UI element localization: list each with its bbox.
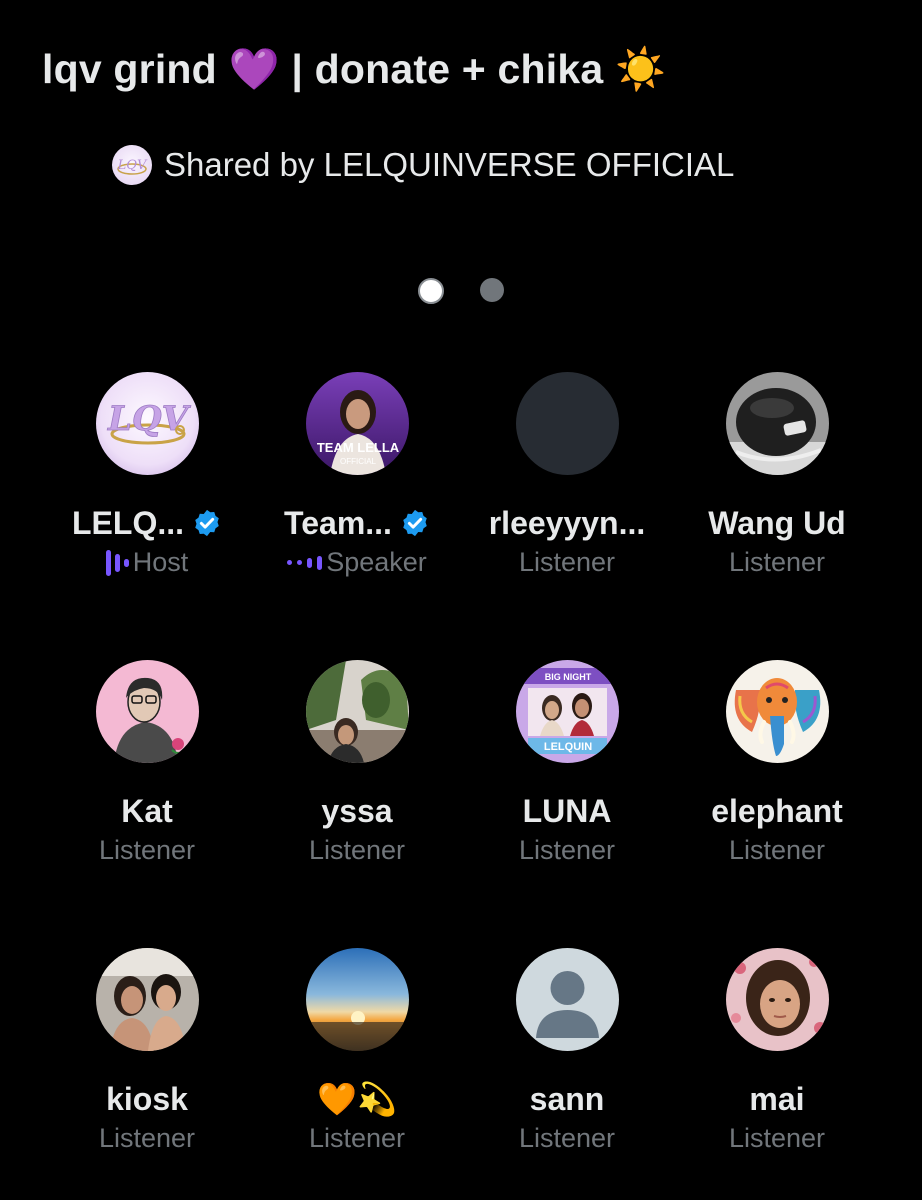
- participant-name: LUNA: [522, 792, 612, 829]
- verified-badge-icon: [195, 509, 219, 537]
- avatar[interactable]: LQV: [95, 372, 199, 475]
- avatar[interactable]: [305, 948, 409, 1051]
- participant-role: Listener: [308, 1123, 406, 1153]
- participant-card[interactable]: Wang Ud Listener: [672, 372, 882, 580]
- participant-role: Listener: [98, 835, 196, 865]
- participant-role: Listener: [518, 547, 616, 577]
- sharer-avatar-logo-text: LQV: [117, 158, 148, 173]
- avatar[interactable]: BIG NIGHT LELQUIN: [515, 660, 619, 763]
- participant-card[interactable]: sann Listener: [462, 948, 672, 1156]
- avatar[interactable]: [305, 660, 409, 763]
- participant-card[interactable]: LQV LELQ... Host: [42, 372, 252, 580]
- verified-badge-icon: [403, 509, 427, 537]
- participant-role: Speaker: [326, 547, 427, 577]
- avatar[interactable]: [725, 660, 829, 763]
- speaking-indicator-icon: [105, 549, 129, 576]
- team-lella-subtext: OFFICIAL: [339, 457, 376, 466]
- participant-name: Team...: [284, 504, 392, 541]
- participant-name: Kat: [121, 792, 173, 829]
- sharer-avatar: LQV: [112, 145, 152, 185]
- participant-role: Listener: [308, 835, 406, 865]
- speaking-indicator-icon: [287, 555, 323, 570]
- participant-name: LELQ...: [72, 504, 184, 541]
- shared-by-row[interactable]: LQV Shared by LELQUINVERSE OFFICIAL: [112, 145, 734, 185]
- team-lella-text: TEAM LELLA: [316, 440, 399, 455]
- page-dot-1[interactable]: [418, 278, 444, 304]
- participant-role: Listener: [728, 835, 826, 865]
- participant-role: Listener: [518, 1123, 616, 1153]
- participant-name: rleeyyyn...: [488, 504, 646, 541]
- luna-banner-text: BIG NIGHT: [544, 672, 591, 682]
- participant-name: Wang Ud: [708, 504, 846, 541]
- participant-card[interactable]: yssa Listener: [252, 660, 462, 868]
- shared-by-label: Shared by LELQUINVERSE OFFICIAL: [164, 146, 735, 183]
- participant-card[interactable]: rleeyyyn... Listener: [462, 372, 672, 580]
- page-indicator: [0, 278, 922, 304]
- participant-card[interactable]: Kat Listener: [42, 660, 252, 868]
- participant-role: Listener: [98, 1123, 196, 1153]
- participant-card[interactable]: BIG NIGHT LELQUIN LUNA Listener: [462, 660, 672, 868]
- participant-role: Host: [132, 547, 189, 577]
- participant-name: 🧡💫: [317, 1081, 397, 1117]
- space-title: lqv grind 💜 | donate + chika ☀️: [42, 46, 667, 92]
- avatar[interactable]: [725, 372, 829, 475]
- participant-name: kiosk: [106, 1080, 188, 1117]
- participant-card[interactable]: TEAM LELLA OFFICIAL Team... Speaker: [252, 372, 462, 580]
- page-dot-2[interactable]: [480, 278, 504, 302]
- participant-card[interactable]: 🧡💫 Listener: [252, 948, 462, 1156]
- avatar[interactable]: [95, 660, 199, 763]
- participant-card[interactable]: kiosk Listener: [42, 948, 252, 1156]
- luna-footer-text: LELQUIN: [543, 741, 591, 753]
- participant-role: Listener: [728, 547, 826, 577]
- default-avatar-icon[interactable]: [515, 948, 619, 1051]
- participant-name: elephant: [711, 792, 843, 829]
- avatar[interactable]: [515, 372, 619, 475]
- participants-grid: LQV LELQ... Host TEAM LELLA OFFICIAL Tea…: [42, 372, 882, 1156]
- participant-role: Listener: [728, 1123, 826, 1153]
- avatar[interactable]: TEAM LELLA OFFICIAL: [305, 372, 409, 475]
- avatar[interactable]: [95, 948, 199, 1051]
- participant-name: mai: [749, 1080, 805, 1117]
- participant-name: sann: [529, 1080, 605, 1117]
- participant-card[interactable]: mai Listener: [672, 948, 882, 1156]
- participant-card[interactable]: elephant Listener: [672, 660, 882, 868]
- participant-role: Listener: [518, 835, 616, 865]
- avatar[interactable]: [725, 948, 829, 1051]
- participant-name: yssa: [321, 792, 393, 829]
